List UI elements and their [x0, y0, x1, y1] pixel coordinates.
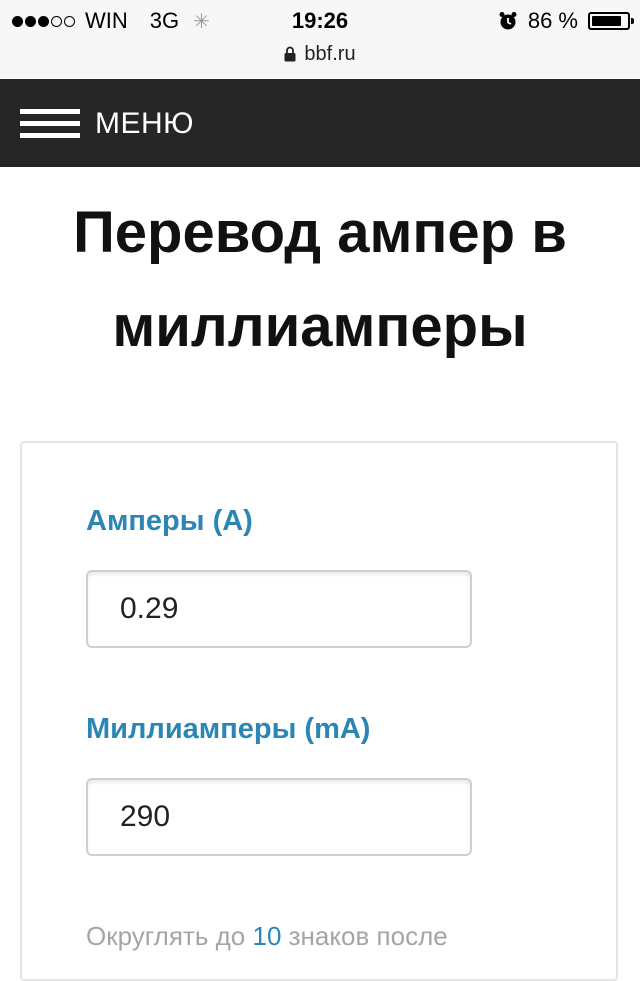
rounding-prefix: Округлять до — [86, 921, 246, 951]
rounding-setting: Округлять до 10 знаков после — [86, 921, 448, 952]
url-text: bbf.ru — [304, 42, 356, 65]
menu-button[interactable]: МЕНЮ — [95, 107, 194, 141]
url-bar[interactable]: bbf.ru — [0, 40, 640, 68]
battery-nub — [631, 18, 634, 24]
converter-card: Амперы (A) Миллиамперы (mA) Округлять до… — [20, 441, 618, 981]
amperes-label: Амперы (A) — [86, 505, 253, 537]
battery-percent: 86 % — [527, 8, 578, 33]
lock-icon — [284, 46, 296, 62]
milliamperes-input[interactable] — [86, 778, 472, 856]
page-title-line2: миллиамперы — [112, 294, 528, 359]
battery-icon — [588, 12, 634, 30]
alarm-icon — [499, 12, 517, 30]
rounding-digits-link[interactable]: 10 — [252, 921, 281, 951]
page-title: Перевод ампер в миллиамперы — [0, 186, 640, 374]
battery-fill — [592, 16, 621, 26]
status-bar-row: WIN 3G ✳ 19:26 86 % — [0, 6, 640, 38]
menu-bar: МЕНЮ — [0, 79, 640, 167]
rounding-suffix: знаков после — [288, 921, 448, 951]
status-bar: WIN 3G ✳ 19:26 86 % bbf.ru — [0, 0, 640, 78]
hamburger-menu-icon[interactable] — [20, 109, 80, 139]
milliamperes-label: Миллиамперы (mA) — [86, 713, 371, 745]
status-right: 86 % — [498, 8, 634, 34]
page-title-line1: Перевод ампер в — [73, 200, 567, 265]
amperes-input[interactable] — [86, 570, 472, 648]
